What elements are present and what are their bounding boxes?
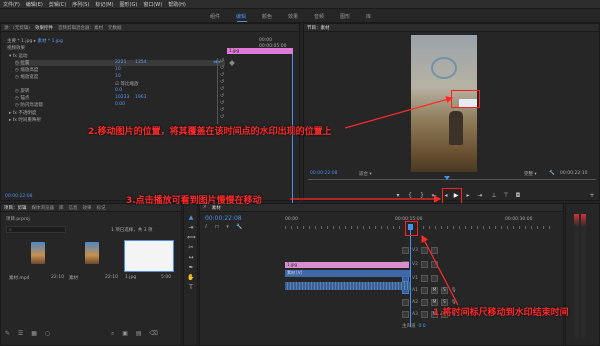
arrow-to-playhead: [421, 234, 459, 306]
arrow-to-overlay: [344, 96, 454, 129]
annotation-arrows: [290, 96, 459, 306]
annotation-step-3: 3.点击播放可看到图片慢慢在移动: [126, 196, 262, 206]
annotation-step-1: 1.将时间标尺移动到水印结束时间: [433, 308, 569, 318]
annotation-step-2: 2.移动图片的位置，将其覆盖在该时间点的水印出现的位置上: [88, 127, 332, 137]
